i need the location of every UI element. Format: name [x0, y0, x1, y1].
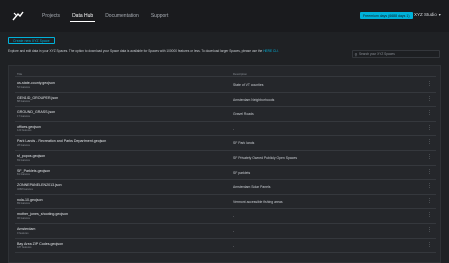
feature-count: 96 features	[17, 216, 30, 220]
feature-count: 120 features	[17, 129, 32, 133]
more-options-icon[interactable]: ⋮	[427, 242, 432, 248]
table-row[interactable]: nola-10.geojson 89 features Vermont access…	[15, 195, 436, 210]
table-row[interactable]: us-state-county.geojson 52 features State …	[15, 78, 436, 93]
xyz-logo-icon[interactable]	[6, 0, 30, 32]
table-row[interactable]: SF_Parklets.geojson 81 features SF parklet…	[15, 166, 436, 181]
space-description: SF parklets	[233, 170, 251, 175]
more-options-icon[interactable]: ⋮	[427, 110, 432, 116]
nav-item-documentation[interactable]: Documentation	[99, 0, 145, 32]
space-description: -	[233, 214, 235, 219]
space-description: SF Park lands	[233, 141, 255, 146]
more-options-icon[interactable]: ⋮	[427, 169, 432, 175]
space-description: -	[233, 228, 235, 233]
chevron-down-icon: ▾	[438, 12, 441, 17]
more-options-icon[interactable]: ⋮	[427, 198, 432, 204]
nav-item-support[interactable]: Support	[145, 0, 175, 32]
more-options-icon[interactable]: ⋮	[427, 154, 432, 160]
page-description: Explore and edit data in your XYZ Spaces…	[8, 49, 298, 54]
feature-count: 28 features	[17, 143, 30, 147]
feature-count: 52 features	[17, 85, 30, 89]
studio-label: XYZ Studio	[414, 12, 437, 17]
more-options-icon[interactable]: ⋮	[427, 183, 432, 189]
search-box[interactable]: ⚲	[352, 50, 440, 58]
plan-badge[interactable]: Freemium days (6688 days 1)	[360, 12, 413, 19]
space-description: SF Privately Owned Publicly Open Spaces	[233, 155, 298, 160]
feature-count: 4668 features	[17, 187, 33, 191]
table-row[interactable]: GEN1ID_GROUPER.json 88 features Amsterdam …	[15, 93, 436, 108]
column-description-header[interactable]: Description	[233, 72, 247, 76]
space-description: -	[233, 243, 235, 248]
space-title[interactable]: Bay Area ZIP Codes.geojson	[17, 242, 63, 246]
table-row[interactable]: sf_popos.geojson 69 features SF Privately …	[15, 151, 436, 166]
studio-menu[interactable]: XYZ Studio ▾	[414, 12, 441, 17]
feature-count: 81 features	[17, 173, 30, 177]
feature-count: 17 features	[17, 114, 30, 118]
main-nav: Projects Data Hub Documentation Support	[36, 0, 174, 32]
table-row[interactable]: Park Lands - Recreation and Parks Depart…	[15, 136, 436, 151]
more-options-icon[interactable]: ⋮	[427, 125, 432, 131]
feature-count: 69 features	[17, 158, 30, 162]
space-description: Amsterdam Neighborhoods	[233, 97, 275, 102]
top-nav-bar: Projects Data Hub Documentation Support …	[0, 0, 449, 32]
space-title[interactable]: ZONNEPANELEN2013.json	[17, 183, 62, 187]
table-body: us-state-county.geojson 52 features State …	[15, 78, 436, 254]
table-row[interactable]: mother_jones_shooting.geojson 96 features…	[15, 209, 436, 224]
search-input[interactable]	[359, 52, 439, 56]
nav-item-data-hub[interactable]: Data Hub	[66, 0, 99, 32]
spaces-table: Title Description us-state-county.geojso…	[8, 65, 441, 263]
description-text: Explore and edit data in your XYZ Spaces…	[8, 49, 264, 53]
column-title-header[interactable]: Title	[17, 72, 22, 76]
nav-item-projects[interactable]: Projects	[36, 0, 66, 32]
space-description: Amsterdam Solar Panels	[233, 185, 271, 190]
more-options-icon[interactable]: ⋮	[427, 212, 432, 218]
space-title[interactable]: GROUND_GRASS.json	[17, 110, 55, 114]
more-options-icon[interactable]: ⋮	[427, 139, 432, 145]
space-description: State of VT counties	[233, 83, 264, 87]
table-row[interactable]: offices.geojson 120 features - ⋮	[15, 122, 436, 137]
table-row[interactable]: GROUND_GRASS.json 17 features Gravel Roads…	[15, 107, 436, 122]
space-title[interactable]: Amsterdam	[17, 227, 35, 231]
feature-count: 88 features	[17, 100, 30, 104]
space-description: Vermont accessible fishing areas	[233, 199, 283, 204]
create-space-button[interactable]: Create new XYZ Space	[8, 37, 55, 44]
space-title[interactable]: Park Lands - Recreation and Parks Depart…	[17, 139, 106, 143]
more-options-icon[interactable]: ⋮	[427, 81, 432, 87]
feature-count: 0 features	[17, 231, 29, 235]
space-title[interactable]: mother_jones_shooting.geojson	[17, 212, 68, 216]
more-options-icon[interactable]: ⋮	[427, 227, 432, 233]
space-description: -	[233, 126, 235, 131]
space-title[interactable]: us-state-county.geojson	[17, 81, 55, 85]
table-header: Title Description	[15, 71, 436, 77]
feature-count: 89 features	[17, 202, 30, 206]
more-options-icon[interactable]: ⋮	[427, 96, 432, 102]
space-title[interactable]: GEN1ID_GROUPER.json	[17, 96, 58, 100]
space-title[interactable]: SF_Parklets.geojson	[17, 169, 50, 173]
table-row[interactable]: Amsterdam 0 features - ⋮	[15, 224, 436, 239]
table-row[interactable]: Bay Area ZIP Codes.geojson 187 features - ⋮	[15, 239, 436, 254]
space-title[interactable]: sf_popos.geojson	[17, 154, 45, 158]
here-cli-link[interactable]: HERE CLI.	[263, 49, 279, 53]
feature-count: 187 features	[17, 246, 32, 250]
space-description: Gravel Roads	[233, 112, 254, 117]
table-row[interactable]: ZONNEPANELEN2013.json 4668 features Amster…	[15, 180, 436, 195]
